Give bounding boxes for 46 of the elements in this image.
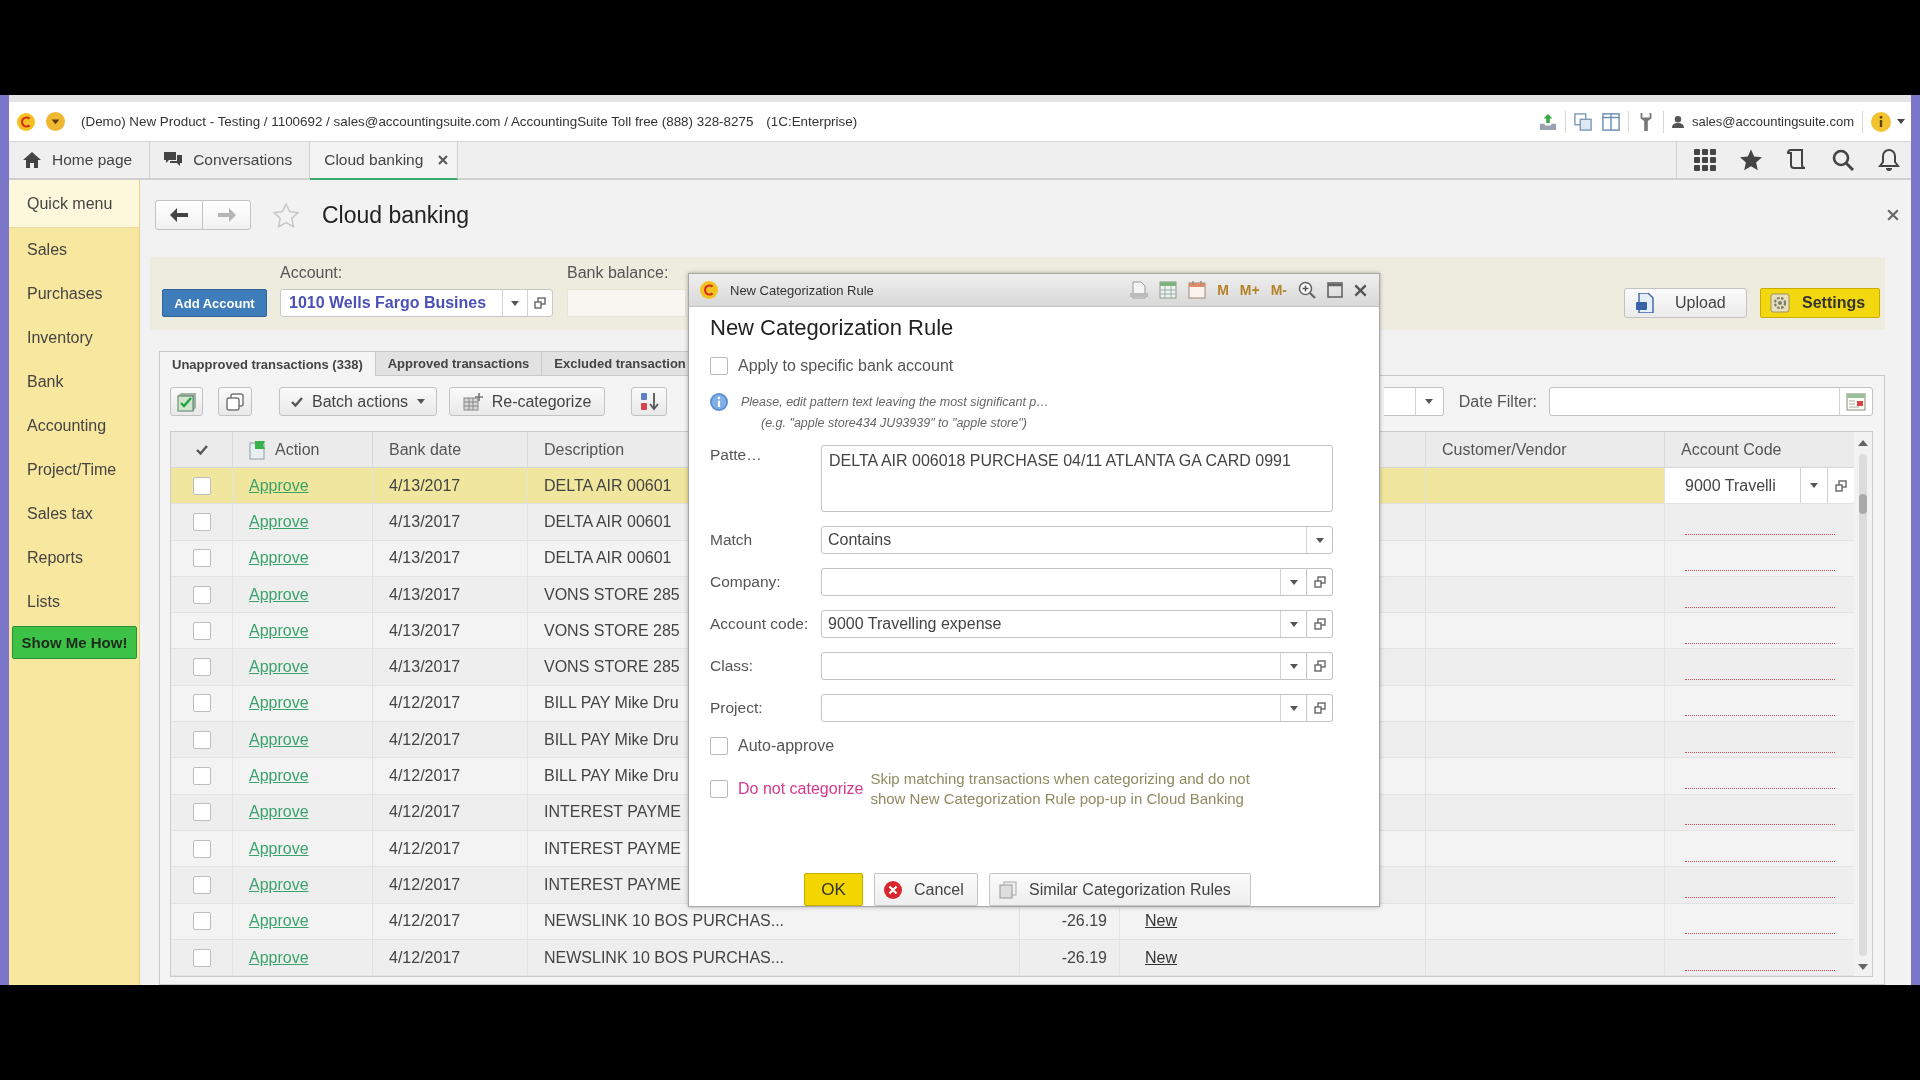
transaction-description: INTEREST PAYME xyxy=(544,803,681,822)
bank-date: 4/12/2017 xyxy=(389,875,461,894)
bank-balance-label: Bank balance: xyxy=(567,264,670,282)
field-label: Account code: xyxy=(710,614,810,634)
bank-date: 4/12/2017 xyxy=(389,912,461,931)
bank-date: 4/13/2017 xyxy=(389,585,461,604)
bank-date: 4/12/2017 xyxy=(389,730,461,749)
info-text: Please, edit pattern text leaving the most significant p… xyxy=(741,394,1049,411)
dialog-title: New Categorization Rule xyxy=(730,282,874,298)
bank-date: 4/13/2017 xyxy=(389,549,461,568)
bank-date: 4/12/2017 xyxy=(389,803,461,822)
platform-label: (1C:Enterprise) xyxy=(766,114,858,129)
field-label: Patte… xyxy=(710,445,763,465)
field-label: Class: xyxy=(710,656,755,676)
transaction-description: INTEREST PAYME xyxy=(544,875,681,894)
account-label: Account: xyxy=(280,264,344,282)
example-text: (e.g. "apple store434 JU93939" to "apple store") xyxy=(760,415,1028,432)
bank-date: 4/13/2017 xyxy=(389,658,461,677)
bank-date: 4/12/2017 xyxy=(389,767,461,785)
field-label: Match xyxy=(710,530,754,550)
transaction-description: VONS STORE 285 xyxy=(544,658,680,677)
amount-value: -26.19 xyxy=(1061,912,1107,931)
transaction-description: BILL PAY Mike Dru xyxy=(544,767,679,785)
transaction-description: NEWSLINK 10 BOS PURCHAS... xyxy=(544,912,785,931)
bank-date: 4/13/2017 xyxy=(389,512,461,531)
bank-date: 4/13/2017 xyxy=(389,476,461,495)
window-title: (Demo) New Product - Testing / 1100692 / sales@accountingsuite.com / AccountingSuite Toll free (888) 328-8275 xyxy=(81,114,754,129)
bank-date: 4/13/2017 xyxy=(389,621,461,640)
transaction-description: VONS STORE 285 xyxy=(544,621,680,640)
transaction-description: DELTA AIR 00601 xyxy=(544,512,672,531)
transaction-description: NEWSLINK 10 BOS PURCHAS... xyxy=(544,948,785,967)
transaction-description: DELTA AIR 00601 xyxy=(544,476,672,495)
amount-value: -26.19 xyxy=(1061,948,1107,967)
transaction-description: BILL PAY Mike Dru xyxy=(544,730,679,749)
page-title: Cloud banking xyxy=(322,201,470,229)
date-filter-label: Date Filter: xyxy=(1458,392,1537,411)
bank-date: 4/12/2017 xyxy=(389,694,461,713)
bank-date: 4/12/2017 xyxy=(389,839,461,858)
transaction-description: VONS STORE 285 xyxy=(544,585,680,604)
transaction-description: DELTA AIR 00601 xyxy=(544,549,672,568)
transaction-description: BILL PAY Mike Dru xyxy=(544,694,679,713)
field-label: Project: xyxy=(710,698,764,718)
transaction-description: INTEREST PAYME xyxy=(544,839,681,858)
field-label: Company: xyxy=(710,572,782,592)
dialog-heading: New Categorization Rule xyxy=(710,314,955,342)
bank-date: 4/12/2017 xyxy=(389,948,461,967)
